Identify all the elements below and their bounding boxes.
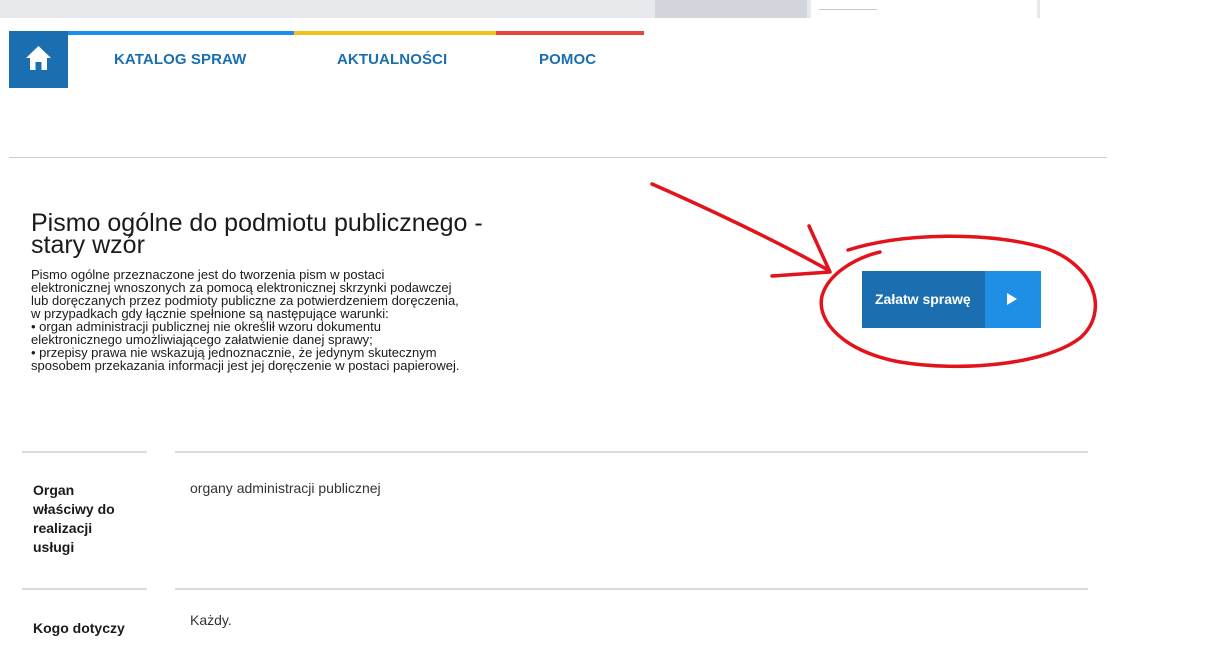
annotation-arrow-head — [770, 224, 832, 278]
detail-value-organ: organy administracji publicznej — [190, 480, 381, 496]
row-divider — [22, 451, 147, 453]
main-nav: KATALOG SPRAW AKTUALNOŚCI POMOC — [68, 31, 644, 88]
cta-label: Załatw sprawę — [875, 291, 971, 307]
nav-item-label: AKTUALNOŚCI — [337, 51, 448, 68]
row-divider — [175, 451, 1088, 453]
nav-item-bar — [68, 31, 294, 35]
row-divider — [22, 588, 147, 590]
page-title: Pismo ogólne do podmiotu publicznego - s… — [31, 209, 483, 259]
browser-top-strip — [0, 0, 1107, 18]
service-description: Pismo ogólne przeznaczone jest do tworze… — [31, 267, 460, 373]
top-strip-tab — [655, 0, 807, 18]
detail-label-organ: Organ właściwy do realizacji usługi — [33, 482, 115, 555]
header-divider — [9, 157, 1107, 158]
zalatw-sprawe-button[interactable]: Załatw sprawę — [862, 271, 1041, 328]
nav-item-label: POMOC — [539, 51, 597, 68]
nav-item-katalog-spraw[interactable]: KATALOG SPRAW — [68, 31, 294, 88]
top-strip-field — [811, 0, 1037, 18]
nav-item-label: KATALOG SPRAW — [114, 51, 247, 68]
nav-item-bar — [496, 31, 644, 35]
home-button[interactable] — [9, 31, 68, 88]
nav-item-bar — [294, 31, 496, 35]
nav-item-aktualnosci[interactable]: AKTUALNOŚCI — [294, 31, 496, 88]
play-icon — [1007, 293, 1017, 305]
detail-label-kogo-dotyczy: Kogo dotyczy — [33, 620, 125, 636]
home-icon — [26, 46, 51, 70]
annotation-arrow-shaft — [650, 182, 830, 272]
top-strip-field-2 — [1040, 0, 1107, 18]
row-divider — [175, 588, 1088, 590]
detail-value-kogo-dotyczy: Każdy. — [190, 612, 232, 628]
nav-item-pomoc[interactable]: POMOC — [496, 31, 644, 88]
